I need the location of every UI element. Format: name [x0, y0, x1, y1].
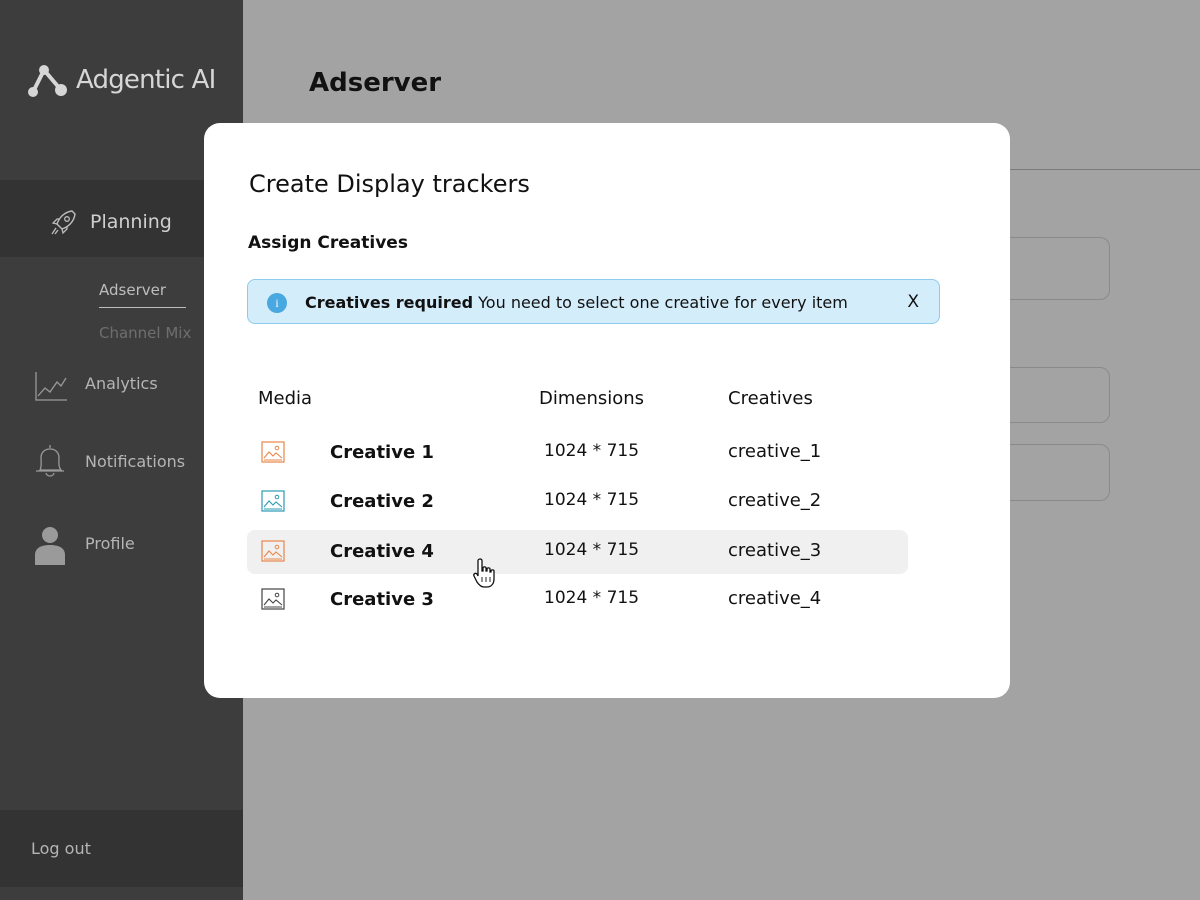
table-row[interactable]: Creative 2 1024 * 715 creative_2: [247, 480, 908, 524]
dimensions-value: 1024 * 715: [544, 441, 640, 461]
chart-line-icon: [35, 372, 67, 401]
logout-button[interactable]: Log out: [0, 810, 243, 887]
subnav-item-adserver[interactable]: Adserver: [99, 281, 166, 299]
table-row[interactable]: Creative 1 1024 * 715 creative_1: [247, 431, 908, 475]
logo-text: Adgentic AI: [76, 65, 216, 95]
logo[interactable]: Adgentic AI: [26, 62, 216, 98]
creative-value: creative_1: [728, 441, 822, 462]
logout-label: Log out: [31, 839, 91, 858]
dimensions-value: 1024 * 715: [544, 588, 640, 608]
modal-subtitle: Assign Creatives: [248, 233, 408, 253]
create-display-trackers-modal: Create Display trackers Assign Creatives…: [204, 123, 1010, 698]
subnav-item-channel-mix[interactable]: Channel Mix: [99, 324, 191, 342]
column-header-media: Media: [258, 388, 313, 409]
sidebar-item-label: Profile: [85, 534, 135, 553]
user-icon: [35, 527, 65, 565]
dimensions-value: 1024 * 715: [544, 490, 640, 510]
alert-close-button[interactable]: X: [907, 292, 919, 312]
table-row[interactable]: Creative 3 1024 * 715 creative_4: [247, 578, 908, 622]
alert-banner: i Creatives required You need to select …: [247, 279, 940, 324]
page-title: Adserver: [309, 68, 442, 98]
table-row[interactable]: Creative 4 1024 * 715 creative_3: [247, 530, 908, 574]
alert-message: Creatives required You need to select on…: [305, 293, 848, 312]
image-icon: [261, 490, 285, 512]
active-indicator: [99, 307, 186, 308]
sidebar-item-label: Analytics: [85, 374, 158, 393]
alert-title: Creatives required: [305, 293, 474, 312]
media-name: Creative 1: [330, 442, 434, 463]
info-icon: i: [267, 293, 287, 313]
logo-icon: [28, 65, 67, 97]
image-icon: [261, 540, 285, 562]
sidebar-item-label: Planning: [90, 211, 172, 233]
sidebar-item-label: Notifications: [85, 452, 186, 471]
image-icon: [261, 588, 285, 610]
creative-value: creative_3: [728, 540, 822, 561]
creative-value: creative_4: [728, 588, 822, 609]
modal-title: Create Display trackers: [249, 170, 530, 198]
creative-value: creative_2: [728, 490, 822, 511]
image-icon: [261, 441, 285, 463]
media-name: Creative 3: [330, 589, 434, 610]
column-header-creatives: Creatives: [728, 388, 813, 409]
header-divider: [1010, 169, 1200, 170]
alert-text: You need to select one creative for ever…: [478, 293, 848, 312]
column-header-dimensions: Dimensions: [539, 388, 645, 409]
rocket-icon: [51, 210, 76, 235]
dimensions-value: 1024 * 715: [544, 540, 640, 560]
bell-icon: [36, 445, 64, 477]
hand-cursor-icon: [473, 558, 495, 588]
media-name: Creative 2: [330, 491, 434, 512]
media-name: Creative 4: [330, 541, 434, 562]
